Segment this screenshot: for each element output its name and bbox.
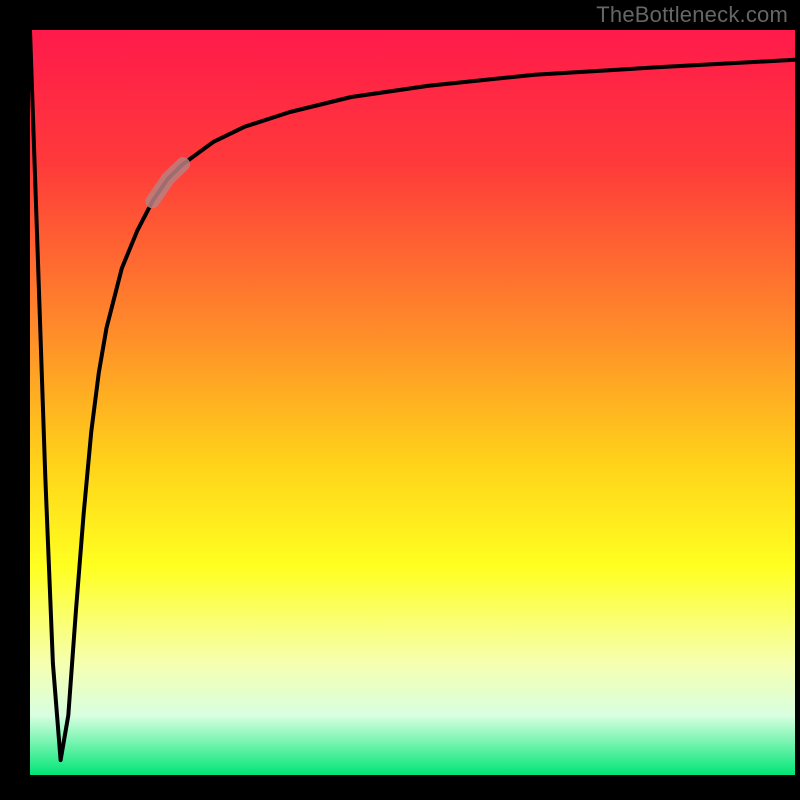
gradient-background bbox=[30, 30, 795, 775]
chart-frame: TheBottleneck.com bbox=[0, 0, 800, 800]
watermark-text: TheBottleneck.com bbox=[596, 2, 788, 28]
chart-plot-area bbox=[30, 30, 795, 775]
chart-svg bbox=[30, 30, 795, 775]
